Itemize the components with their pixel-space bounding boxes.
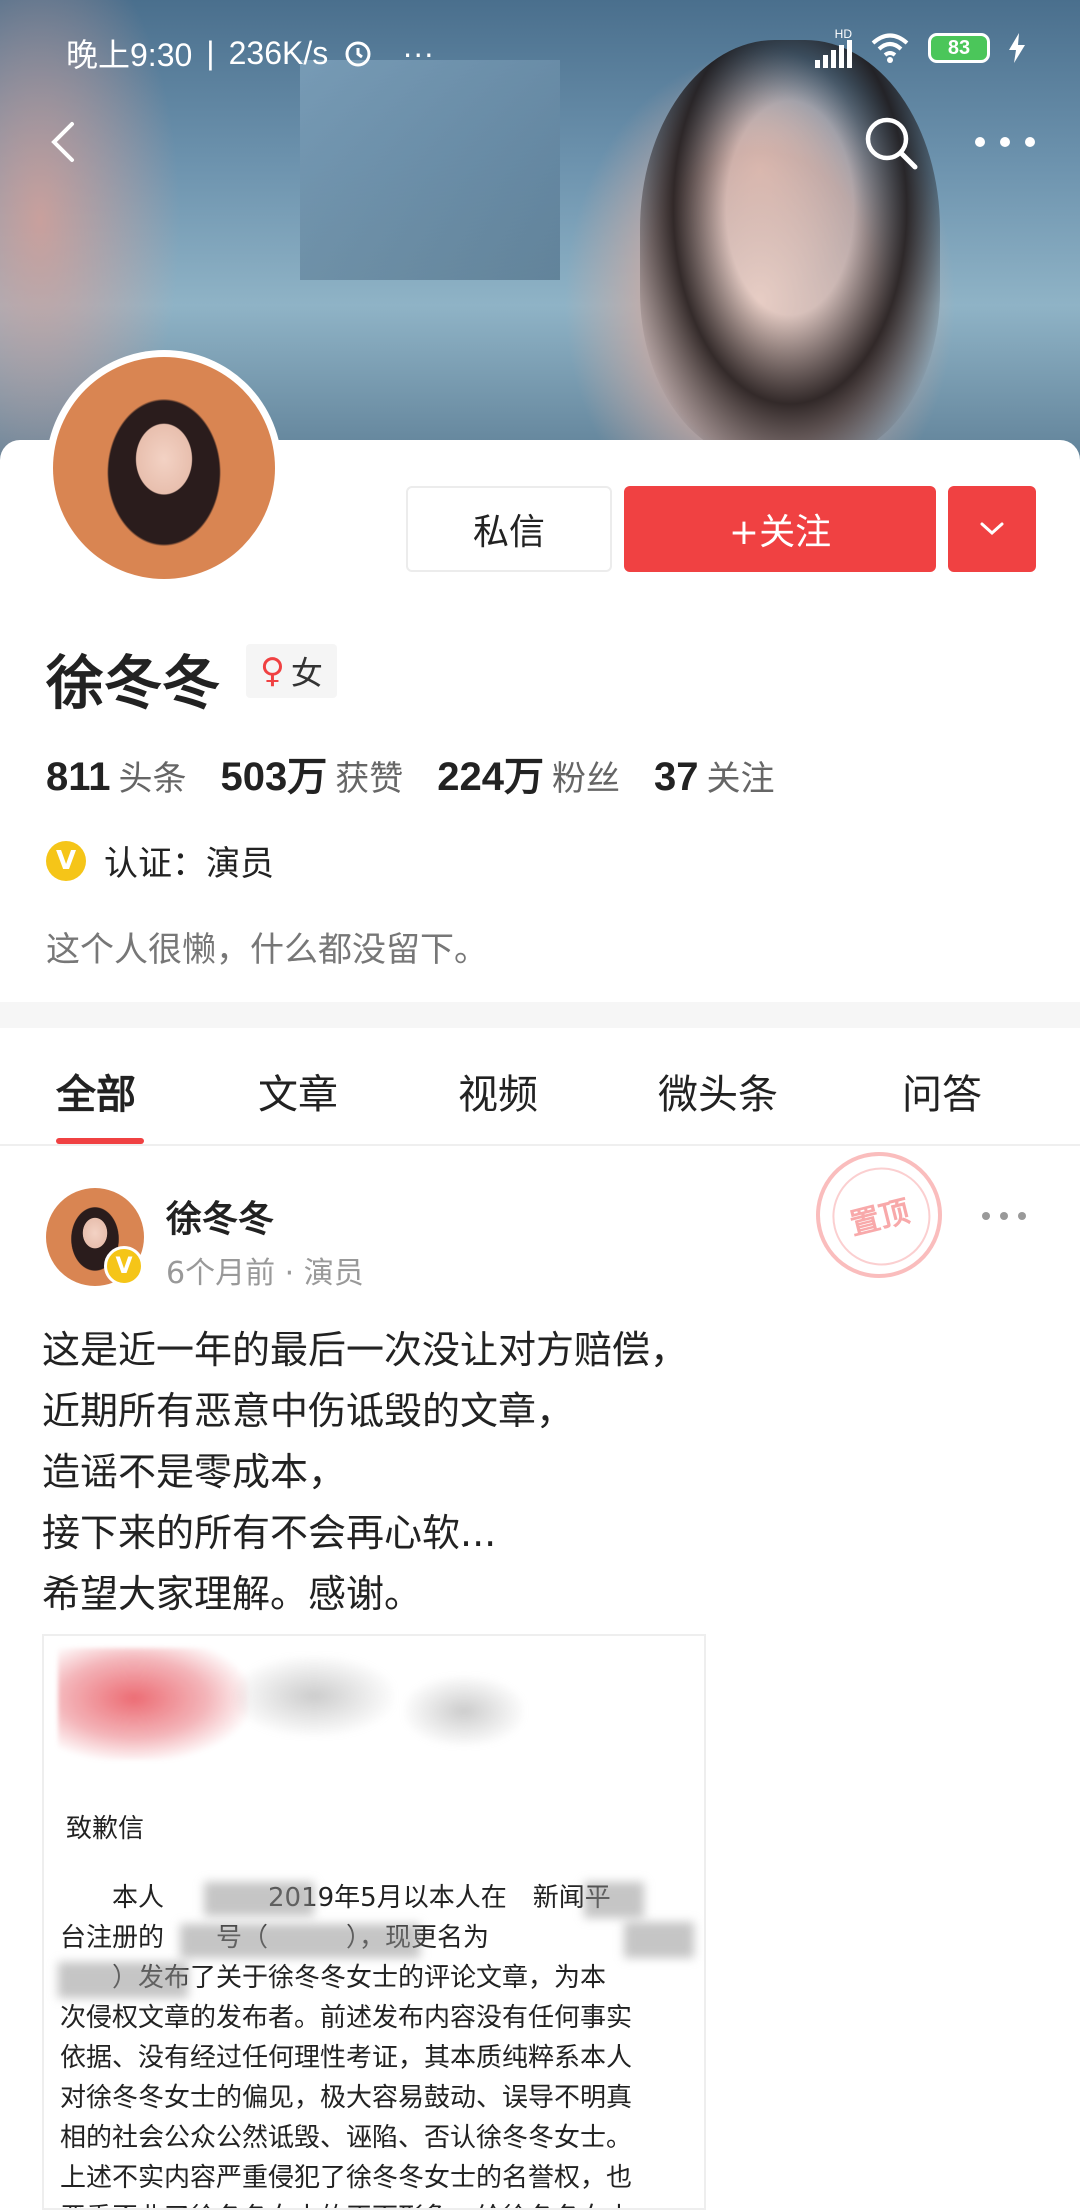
status-speed: 236K/s bbox=[228, 34, 329, 71]
status-bar: 晚上9:30 | 236K/s ··· HD 83 bbox=[0, 0, 1080, 96]
redaction-blur bbox=[624, 1922, 694, 1958]
charging-icon bbox=[1009, 33, 1025, 63]
post-meta: 6个月前 · 演员 bbox=[166, 1256, 364, 1291]
verification-label: 认证：演员 bbox=[104, 844, 274, 884]
status-separator: | bbox=[206, 34, 215, 71]
letter-line: 上述不实内容严重侵犯了徐冬冬女士的名誉权，也 bbox=[60, 2163, 633, 2193]
verified-badge-icon: V bbox=[46, 840, 86, 881]
verification-row: V 认证：演员 bbox=[46, 836, 274, 885]
redaction-blur bbox=[58, 1962, 188, 1998]
status-right: HD 83 bbox=[815, 28, 1026, 68]
post-author-name[interactable]: 徐冬冬 bbox=[166, 1190, 274, 1242]
top-nav bbox=[0, 108, 1080, 178]
wifi-icon bbox=[871, 33, 909, 63]
active-tab-indicator bbox=[56, 1138, 144, 1144]
redaction-blur bbox=[204, 1882, 314, 1916]
post-attached-image[interactable]: 致歉信 本人 2019年5月以本人在 新闻平 台注册的 号（ ），现更名为 ）发… bbox=[42, 1634, 706, 2210]
stat-fans[interactable]: 224万 粉丝 bbox=[437, 744, 620, 802]
blurred-area bbox=[234, 1656, 394, 1736]
letter-line: 对徐冬冬女士的偏见，极大容易鼓动、误导不明真 bbox=[60, 2083, 633, 2113]
profile-bio: 这个人很懒，什么都没留下。 bbox=[46, 930, 488, 970]
letter-line: 次侵权文章的发布者。前述发布内容没有任何事实 bbox=[60, 2003, 633, 2033]
signal-icon: HD bbox=[815, 28, 852, 68]
tab-micro-posts[interactable]: 微头条 bbox=[658, 1062, 778, 1120]
recommend-dropdown-button[interactable] bbox=[948, 486, 1036, 572]
status-left: 晚上9:30 | 236K/s ··· bbox=[66, 30, 434, 76]
content-tabs: 全部 文章 视频 微头条 问答 bbox=[0, 1030, 1080, 1146]
post-text: 这是近一年的最后一次没让对方赔偿， 近期所有恶意中伤诋毁的文章， 造谣不是零成本… bbox=[42, 1320, 1042, 1625]
gender-tag: ♀ 女 bbox=[246, 644, 337, 698]
hd-label: HD bbox=[834, 27, 852, 41]
cover-figure bbox=[640, 40, 940, 460]
stat-following[interactable]: 37 关注 bbox=[654, 751, 775, 800]
blurred-area bbox=[404, 1676, 524, 1746]
tab-all[interactable]: 全部 bbox=[56, 1062, 136, 1120]
back-icon[interactable] bbox=[40, 118, 88, 166]
letter-line: 相的社会公众公然诋毁、诬陷、否认徐冬冬女士。 bbox=[60, 2123, 633, 2153]
profile-avatar[interactable] bbox=[46, 350, 282, 586]
status-time: 晚上9:30 bbox=[66, 37, 193, 73]
profile-name: 徐冬冬 bbox=[46, 649, 221, 717]
tab-videos[interactable]: 视频 bbox=[458, 1062, 538, 1120]
letter-title: 致歉信 bbox=[66, 1814, 145, 1844]
stat-likes[interactable]: 503万 获赞 bbox=[221, 744, 404, 802]
stat-label: 头条 bbox=[118, 759, 187, 799]
chevron-down-icon bbox=[980, 522, 1004, 536]
more-icon[interactable] bbox=[972, 134, 1038, 150]
female-icon: ♀ bbox=[260, 651, 285, 691]
search-icon[interactable] bbox=[862, 114, 920, 172]
post-text-line: 接下来的所有不会再心软... bbox=[42, 1511, 497, 1555]
post-text-line: 这是近一年的最后一次没让对方赔偿， bbox=[42, 1328, 689, 1372]
stat-number: 224万 bbox=[437, 755, 545, 799]
stat-number: 37 bbox=[654, 755, 699, 799]
status-dots: ··· bbox=[402, 34, 435, 71]
avatar-image bbox=[53, 357, 275, 579]
blurred-stamp bbox=[58, 1648, 248, 1760]
post-text-line: 造谣不是零成本， bbox=[42, 1450, 347, 1494]
tab-articles[interactable]: 文章 bbox=[258, 1062, 338, 1120]
letter-line: 严重歪曲了徐冬冬女士的正面形象，给徐冬冬女士 bbox=[60, 2198, 700, 2208]
redaction-blur bbox=[180, 1924, 420, 1958]
battery-indicator: 83 bbox=[928, 33, 990, 63]
profile-stats: 811 头条 503万 获赞 224万 粉丝 37 关注 bbox=[46, 744, 809, 802]
gender-label: 女 bbox=[290, 654, 323, 692]
verified-badge-icon: V bbox=[104, 1246, 144, 1286]
stat-label: 粉丝 bbox=[552, 759, 621, 799]
stat-number: 811 bbox=[46, 755, 111, 799]
alarm-icon bbox=[345, 41, 371, 67]
section-divider bbox=[0, 1002, 1080, 1028]
redaction-blur bbox=[584, 1882, 644, 1918]
post-text-line: 希望大家理解。感谢。 bbox=[42, 1572, 423, 1616]
tab-qa[interactable]: 问答 bbox=[902, 1062, 982, 1120]
pinned-stamp: 置顶 bbox=[802, 1138, 956, 1292]
post-text-line: 近期所有恶意中伤诋毁的文章， bbox=[42, 1389, 575, 1433]
stat-number: 503万 bbox=[220, 755, 328, 799]
stat-label: 关注 bbox=[706, 759, 775, 799]
follow-button[interactable]: +关注 bbox=[624, 486, 936, 572]
stat-label: 获赞 bbox=[335, 759, 404, 799]
stat-posts[interactable]: 811 头条 bbox=[46, 751, 187, 800]
letter-line: 依据、没有经过任何理性考证，其本质纯粹系本人 bbox=[60, 2043, 633, 2073]
post-more-icon[interactable] bbox=[980, 1210, 1028, 1222]
message-button[interactable]: 私信 bbox=[406, 486, 612, 572]
